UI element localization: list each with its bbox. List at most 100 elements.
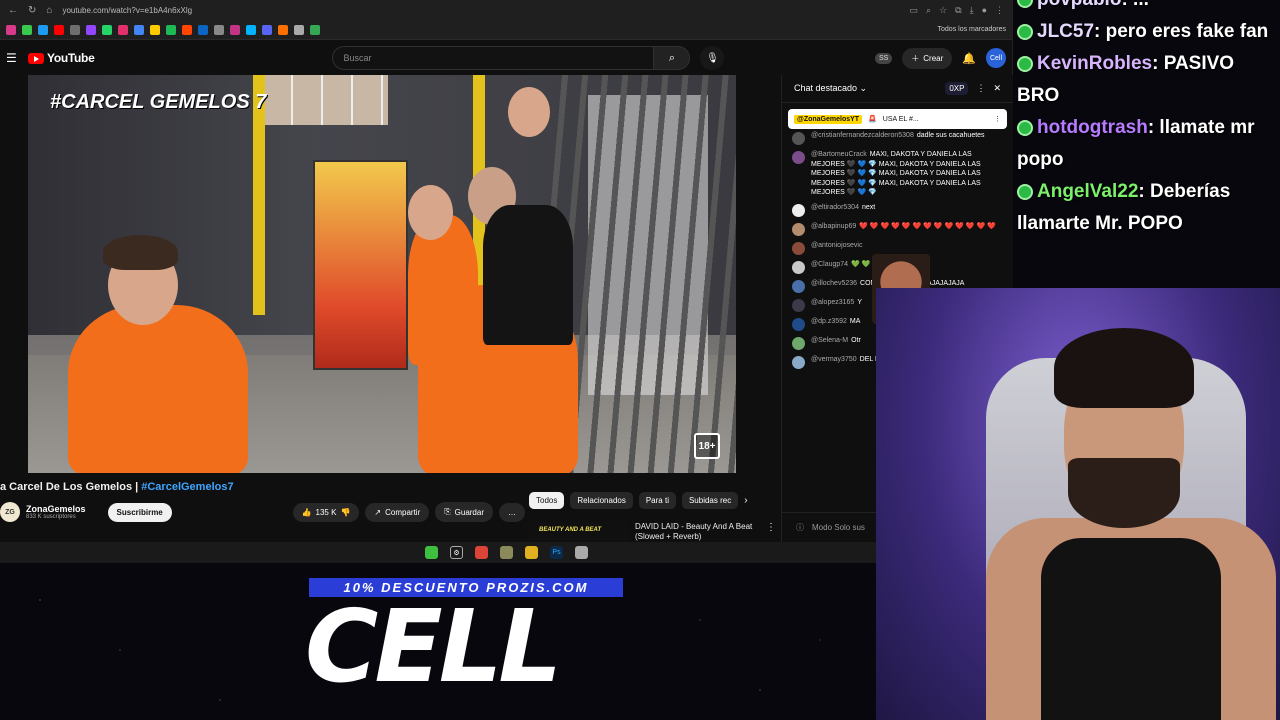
chat-message[interactable]: @eltirador5304 next (792, 203, 1003, 217)
youtube-logo[interactable]: YouTube (28, 51, 95, 65)
chat-username[interactable]: @illochev5236 (811, 280, 857, 287)
share-button[interactable]: ↗ Compartir (365, 502, 430, 522)
search-input[interactable]: Buscar (332, 46, 655, 70)
bookmark-icon[interactable] (214, 24, 224, 35)
app-icon[interactable] (575, 546, 588, 559)
info-icon[interactable]: ⓘ (796, 522, 804, 533)
back-icon[interactable]: ← (8, 5, 18, 16)
channel-name[interactable]: ZonaGemelos (26, 504, 86, 514)
home-icon[interactable]: ⌂ (46, 5, 52, 16)
like-button[interactable]: 👍 135 K 👎 (292, 502, 360, 522)
menu-icon[interactable]: ⋮ (995, 5, 1004, 16)
bookmark-icon[interactable] (294, 24, 304, 35)
chat-mode-selector[interactable]: Chat destacado ⌄ (794, 83, 867, 94)
download-icon[interactable]: ⤓ (970, 5, 974, 16)
chat-username[interactable]: @albapinup69 (811, 223, 856, 230)
account-avatar[interactable]: Cell (986, 48, 1006, 68)
save-button[interactable]: ⎘ Guardar (435, 502, 493, 522)
search-button[interactable]: ⌕ (654, 46, 691, 70)
chat-avatar[interactable] (792, 260, 805, 274)
chat-avatar[interactable] (792, 355, 805, 369)
recommended-thumbnail[interactable]: BEAUTY AND A BEAT (529, 522, 629, 542)
app-icon[interactable] (500, 546, 513, 559)
create-button[interactable]: ＋ Crear (902, 47, 953, 69)
bookmark-icon[interactable] (86, 24, 96, 35)
thumbs-down-icon[interactable]: 👎 (340, 508, 350, 517)
chat-username[interactable]: @eltirador5304 (811, 204, 859, 211)
bookmark-icon[interactable] (102, 24, 112, 35)
chat-avatar[interactable] (792, 203, 805, 217)
bookmark-icon[interactable] (246, 24, 256, 35)
cast-icon[interactable]: ▭ (910, 5, 919, 16)
recommended-title[interactable]: DAVID LAID - Beauty And A Beat (Slowed +… (635, 522, 760, 542)
menu-icon[interactable]: ☰ (6, 51, 18, 65)
chat-avatar[interactable] (792, 151, 805, 164)
bookmark-icon[interactable] (262, 24, 272, 35)
zoom-icon[interactable]: ⌕ (926, 5, 931, 16)
chat-message[interactable]: @cristianfernandezcalderon5308 dadle sus … (792, 131, 1003, 145)
chat-username[interactable]: @Claugp74 (811, 261, 848, 268)
bookmark-icon[interactable] (6, 24, 16, 35)
channel-avatar[interactable]: ZG (0, 502, 20, 522)
ss-badge[interactable]: SS (874, 52, 893, 64)
chevron-right-icon[interactable]: › (744, 495, 747, 506)
chat-message[interactable]: @antoniojosevic (792, 241, 1003, 255)
bookmark-icon[interactable] (118, 24, 128, 35)
video-hashtag[interactable]: #CarcelGemelos7 (141, 481, 233, 493)
bookmark-icon[interactable] (230, 24, 240, 35)
subscribe-button[interactable]: Suscribirme (107, 502, 172, 522)
chat-avatar[interactable] (792, 241, 805, 255)
chat-username[interactable]: @Selena-M (811, 337, 848, 344)
chip-todos[interactable]: Todos (529, 492, 565, 509)
star-icon[interactable]: ☆ (939, 5, 947, 16)
bookmark-icon[interactable] (70, 24, 80, 35)
reload-icon[interactable]: ↻ (28, 5, 36, 16)
chat-username[interactable]: @antoniojosevic (811, 242, 862, 249)
bookmark-icon[interactable] (198, 24, 208, 35)
kebab-menu-icon[interactable]: ⋮ (994, 115, 1001, 123)
chat-username[interactable]: @cristianfernandezcalderon5308 (811, 132, 914, 139)
app-icon[interactable] (425, 546, 438, 559)
bookmark-icon[interactable] (166, 24, 176, 35)
chat-avatar[interactable] (792, 222, 805, 236)
recommended-video[interactable]: BEAUTY AND A BEAT DAVID LAID - Beauty An… (529, 522, 776, 542)
url-text[interactable]: youtube.com/watch?v=e1bA4n6xXlg (62, 6, 899, 15)
chat-username[interactable]: @vermay3750 (811, 356, 857, 363)
chat-message[interactable]: @albapinup69 ❤️ ❤️ ❤️ ❤️ ❤️ ❤️ ❤️ ❤️ ❤️ ❤… (792, 222, 1003, 236)
photoshop-icon[interactable]: Ps (550, 546, 563, 559)
bookmark-icon[interactable] (310, 24, 320, 35)
chat-avatar[interactable] (792, 298, 805, 312)
chat-menu-icon[interactable]: ⋮ (976, 83, 985, 94)
chat-username[interactable]: @alopez3165 (811, 299, 854, 306)
bookmark-icon[interactable] (150, 24, 160, 35)
pinned-message[interactable]: @ZonaGemelosYT 🚨 USA EL #... ⋮ (788, 109, 1007, 129)
extensions-icon[interactable]: ⧉ (955, 5, 961, 16)
chip-subidas[interactable]: Subidas rec (681, 492, 739, 509)
folder-icon[interactable] (525, 546, 538, 559)
chat-username[interactable]: @dp.z3592 (811, 318, 847, 325)
profile-icon[interactable]: ● (982, 5, 987, 16)
all-bookmarks[interactable]: Todos los marcadores (938, 26, 1006, 33)
bookmark-icon[interactable] (134, 24, 144, 35)
chat-avatar[interactable] (792, 132, 805, 145)
close-icon[interactable]: ✕ (993, 83, 1001, 94)
voice-search-button[interactable]: 🎙 (700, 46, 725, 70)
chat-username[interactable]: @BartomeuCrack (811, 151, 867, 158)
chat-avatar[interactable] (792, 336, 805, 350)
chat-message[interactable]: @BartomeuCrack MAXI, DAKOTA Y DANIELA LAS… (792, 150, 1003, 198)
bookmark-icon[interactable] (38, 24, 48, 35)
bookmark-icon[interactable] (182, 24, 192, 35)
bookmark-icon[interactable] (54, 24, 64, 35)
bookmark-icon[interactable] (278, 24, 288, 35)
video-player[interactable]: #CARCEL GEMELOS 7 18+ (28, 75, 736, 473)
kebab-menu-icon[interactable]: ⋮ (766, 522, 776, 542)
chat-avatar[interactable] (792, 317, 805, 331)
chat-avatar[interactable] (792, 279, 805, 293)
more-actions-button[interactable]: … (499, 502, 525, 522)
xp-badge[interactable]: 0XP (945, 82, 969, 95)
chip-relacionados[interactable]: Relacionados (570, 492, 633, 509)
bookmark-icon[interactable] (22, 24, 32, 35)
settings-icon[interactable]: ⚙ (450, 546, 463, 559)
notifications-bell-icon[interactable]: 🔔 (962, 52, 976, 65)
chrome-icon[interactable] (475, 546, 488, 559)
